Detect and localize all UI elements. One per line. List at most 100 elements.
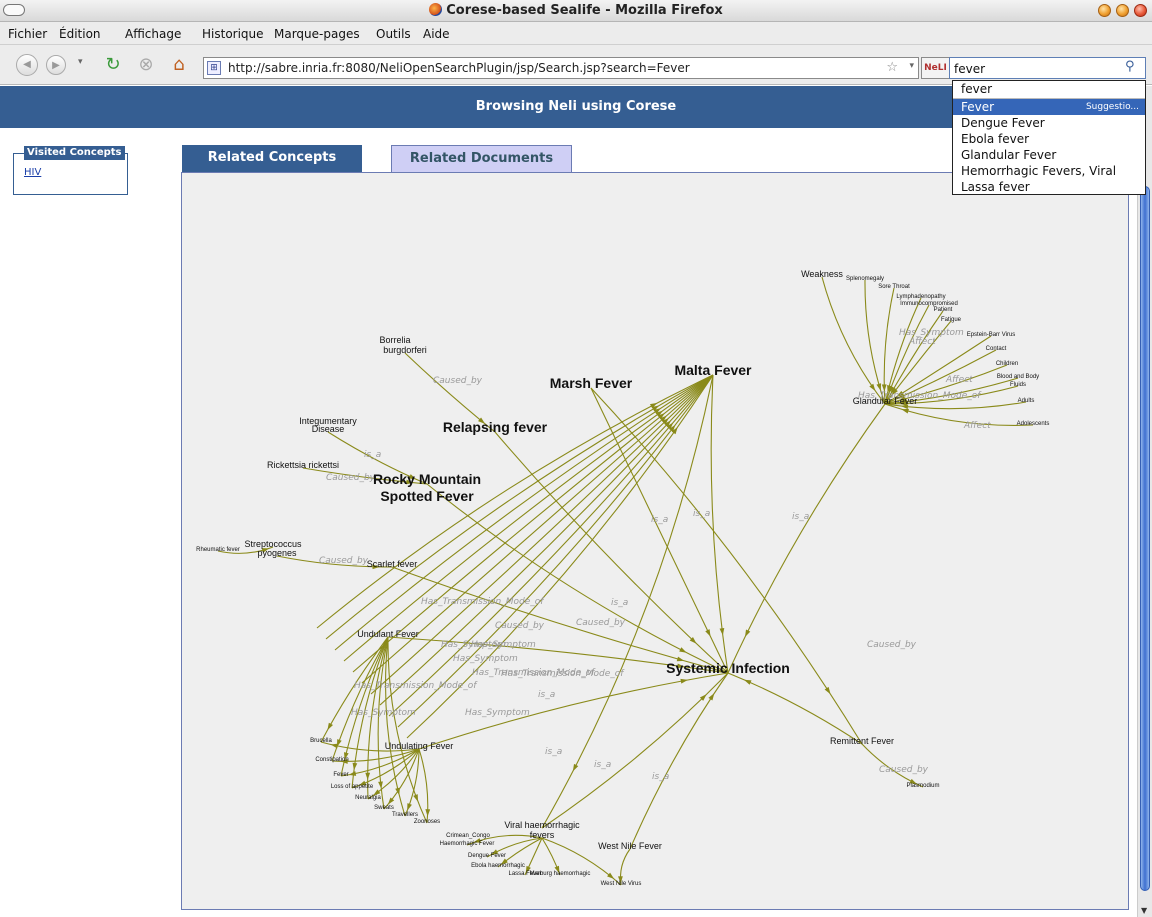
scrollbar-thumb[interactable] bbox=[1140, 186, 1150, 891]
graph-node-marburg[interactable]: Marburg haemorrhagic bbox=[530, 871, 591, 877]
graph-node-scarlet[interactable]: Scarlet fever bbox=[367, 559, 418, 569]
tab-related-documents[interactable]: Related Documents bbox=[391, 145, 572, 173]
scroll-down-arrow-icon[interactable]: ▼ bbox=[1141, 906, 1147, 915]
graph-node-dengue[interactable]: Dengue Fever bbox=[468, 853, 506, 859]
graph-node-contact[interactable]: Contact bbox=[986, 346, 1007, 352]
suggestion-item[interactable]: Hemorrhagic Fevers, Viral bbox=[953, 163, 1145, 179]
graph-node-travellers[interactable]: Travellers bbox=[392, 812, 418, 818]
suggestion-item[interactable]: Dengue Fever bbox=[953, 115, 1145, 131]
graph-node-remittent[interactable]: Remittent Fever bbox=[830, 736, 894, 746]
suggestion-item[interactable]: Ebola fever bbox=[953, 131, 1145, 147]
graph-node-fever[interactable]: Fever bbox=[333, 772, 348, 778]
graph-node-borrelia2[interactable]: burgdorferi bbox=[383, 345, 427, 355]
reload-icon[interactable]: ↻ bbox=[101, 54, 125, 76]
stop-icon[interactable]: ⊗ bbox=[134, 54, 158, 76]
menu-marque-pages[interactable]: Marque-pages bbox=[274, 27, 360, 41]
tab-related-concepts[interactable]: Related Concepts bbox=[182, 145, 362, 173]
minimize-button[interactable] bbox=[1098, 4, 1111, 17]
graph-node-blood[interactable]: Blood and Body bbox=[997, 374, 1039, 380]
search-icon[interactable]: ⚲ bbox=[1125, 59, 1135, 74]
graph-node-borrelia1[interactable]: Borrelia bbox=[379, 335, 410, 345]
menu-edition[interactable]: Édition bbox=[59, 27, 101, 41]
graph-node-rheum[interactable]: Rheumatic fever bbox=[196, 547, 240, 553]
graph-node-adults[interactable]: Adults bbox=[1018, 398, 1035, 404]
graph-node-spotted[interactable]: Spotted Fever bbox=[380, 488, 474, 504]
graph-node-rocky[interactable]: Rocky Mountain bbox=[373, 471, 481, 487]
close-window-button[interactable] bbox=[1134, 4, 1147, 17]
graph-node-rickettsia[interactable]: Rickettsia rickettsi bbox=[267, 460, 339, 470]
suggestion-item[interactable]: Fever Suggestio... bbox=[953, 99, 1145, 115]
suggestion-item[interactable]: Glandular Fever bbox=[953, 147, 1145, 163]
graph-edge bbox=[629, 672, 729, 850]
graph-node-weakness[interactable]: Weakness bbox=[801, 269, 843, 279]
graph-node-strep2[interactable]: pyogenes bbox=[257, 548, 297, 558]
history-dropdown-icon[interactable]: ▾ bbox=[78, 57, 83, 67]
graph-node-viral2[interactable]: fevers bbox=[530, 830, 555, 840]
graph-node-relapsing[interactable]: Relapsing fever bbox=[443, 419, 548, 435]
bookmark-star-icon[interactable]: ☆ bbox=[886, 60, 898, 75]
graph-node-viral1[interactable]: Viral haemorrhagic bbox=[504, 820, 580, 830]
address-dropdown-icon[interactable]: ▾ bbox=[909, 61, 914, 71]
concept-graph[interactable]: Caused_by Caused_by Caused_by Caused_by Caus… bbox=[182, 173, 1128, 909]
address-text[interactable]: http://sabre.inria.fr:8080/NeliOpenSearc… bbox=[228, 61, 690, 75]
graph-node-crimean2[interactable]: Haemorrhagic Fever bbox=[440, 841, 495, 847]
graph-edge-arrow bbox=[901, 408, 909, 414]
menu-historique[interactable]: Historique bbox=[202, 27, 264, 41]
graph-node-sorethroat[interactable]: Sore Throat bbox=[878, 284, 910, 290]
edge-label: Has_Symptom bbox=[465, 708, 530, 718]
suggestion-typed[interactable]: fever bbox=[953, 81, 1145, 97]
menu-fichier[interactable]: Fichier bbox=[8, 27, 47, 41]
graph-node-undulant[interactable]: Undulant Fever bbox=[357, 629, 419, 639]
search-input[interactable] bbox=[949, 57, 1146, 79]
graph-node-fluids[interactable]: Fluids bbox=[1010, 382, 1026, 388]
maximize-button[interactable] bbox=[1116, 4, 1129, 17]
edge-label: is_a bbox=[693, 509, 710, 519]
address-bar[interactable]: ⊞ http://sabre.inria.fr:8080/NeliOpenSea… bbox=[203, 57, 919, 79]
edge-label: Caused_by bbox=[433, 376, 483, 386]
edge-label: Has_Symptom bbox=[351, 708, 416, 718]
visited-link-hiv[interactable]: HIV bbox=[24, 167, 41, 178]
graph-node-lossapp[interactable]: Loss of appetite bbox=[331, 784, 374, 790]
suggestion-item[interactable]: Lassa fever bbox=[953, 179, 1145, 195]
graph-node-lymph[interactable]: Lymphadenopathy bbox=[896, 294, 945, 300]
graph-node-malta[interactable]: Malta Fever bbox=[674, 362, 752, 378]
vertical-scrollbar[interactable]: ▼ bbox=[1137, 86, 1152, 917]
graph-node-zoonoses[interactable]: Zoonoses bbox=[414, 819, 440, 825]
graph-node-sweats[interactable]: Sweats bbox=[374, 805, 394, 811]
search-engine-selector[interactable]: NeLI bbox=[921, 57, 949, 79]
graph-node-splenomegaly[interactable]: Splenomegaly bbox=[846, 276, 884, 282]
graph-edge bbox=[710, 374, 729, 674]
menu-aide[interactable]: Aide bbox=[423, 27, 450, 41]
graph-node-patient[interactable]: Patient bbox=[934, 307, 953, 313]
suggestion-label: Fever bbox=[961, 100, 995, 114]
graph-node-integ2[interactable]: Disease bbox=[312, 424, 345, 434]
search-suggestions-dropdown: fever Fever Suggestio... Dengue Fever Ebo… bbox=[952, 80, 1146, 195]
graph-node-westnilevirus[interactable]: West Nile Virus bbox=[601, 881, 642, 887]
graph-node-plasmodium[interactable]: Plasmodium bbox=[906, 783, 939, 789]
graph-node-crimean1[interactable]: Crimean_Congo bbox=[446, 833, 490, 839]
graph-edge-arrow bbox=[679, 647, 687, 653]
graph-node-ebola[interactable]: Ebola haemorrhagic bbox=[471, 863, 525, 869]
graph-node-glandular[interactable]: Glandular Fever bbox=[853, 396, 918, 406]
graph-node-adolescents[interactable]: Adolescents bbox=[1017, 421, 1050, 427]
tab-label: Related Documents bbox=[409, 151, 554, 166]
forward-button[interactable]: ▶ bbox=[46, 55, 66, 75]
graph-node-constipation[interactable]: Constipation bbox=[315, 757, 348, 763]
graph-node-children[interactable]: Children bbox=[996, 361, 1018, 367]
graph-node-systemic[interactable]: Systemic Infection bbox=[666, 660, 790, 676]
graph-node-fatigue[interactable]: Fatigue bbox=[941, 317, 962, 323]
suggestion-hint: Suggestio... bbox=[1085, 102, 1139, 112]
menu-affichage[interactable]: Affichage bbox=[125, 27, 181, 41]
graph-edge-arrow bbox=[572, 763, 579, 772]
graph-node-neuralgia[interactable]: Neuralgia bbox=[355, 795, 381, 801]
graph-node-westnile[interactable]: West Nile Fever bbox=[598, 841, 662, 851]
graph-node-undulating[interactable]: Undulating Fever bbox=[385, 741, 454, 751]
edge-label: Has_Transmission_Mode_of bbox=[501, 669, 625, 679]
graph-node-ebv[interactable]: Epstein-Barr Virus bbox=[967, 332, 1016, 338]
back-button[interactable]: ◀ bbox=[16, 54, 38, 76]
menu-outils[interactable]: Outils bbox=[376, 27, 411, 41]
graph-node-brucella[interactable]: Brucella bbox=[310, 738, 332, 744]
home-icon[interactable]: ⌂ bbox=[167, 54, 191, 76]
visited-concepts-title: Visited Concepts bbox=[24, 146, 125, 160]
graph-node-marsh[interactable]: Marsh Fever bbox=[550, 375, 633, 391]
